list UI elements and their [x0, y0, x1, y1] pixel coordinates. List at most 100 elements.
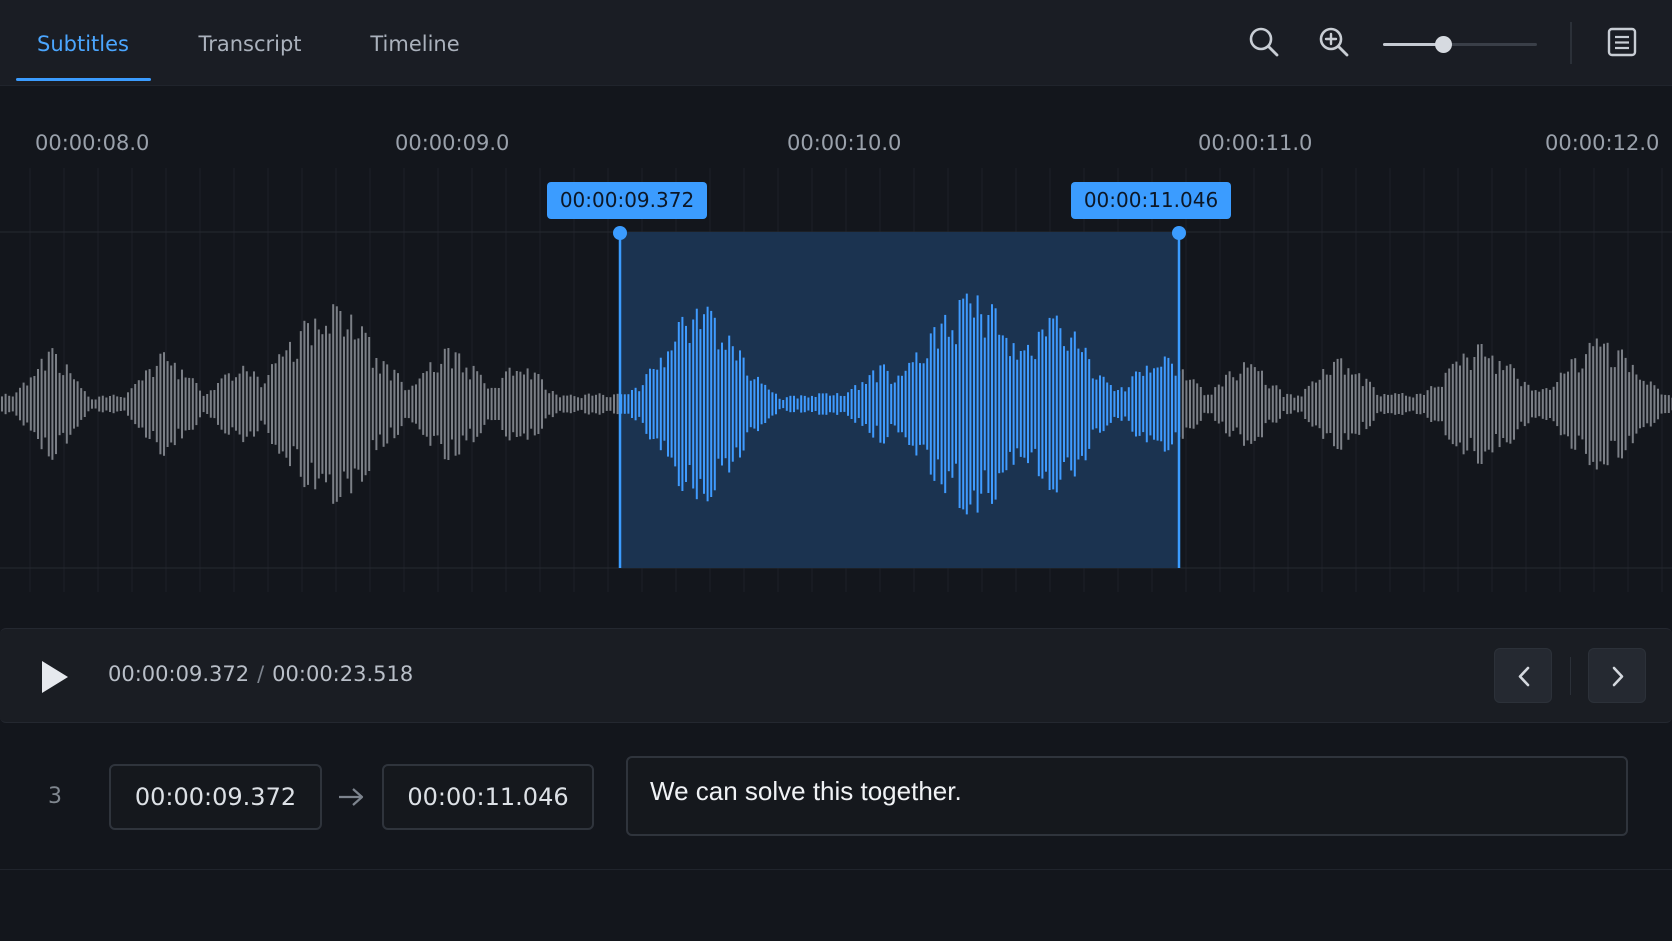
- waveform-bar: [991, 304, 993, 504]
- zoom-slider-thumb[interactable]: [1435, 36, 1453, 53]
- waveform-bar: [1059, 328, 1062, 480]
- selection-end-knob[interactable]: [1172, 226, 1186, 240]
- waveform-bar: [1199, 387, 1202, 421]
- zoom-in-icon[interactable]: [1316, 24, 1352, 60]
- waveform-bar: [937, 348, 939, 460]
- waveform-bar: [940, 323, 943, 485]
- waveform-bar: [623, 394, 626, 414]
- waveform-bar: [217, 383, 219, 425]
- waveform-bar: [1653, 385, 1656, 423]
- waveform-bar: [1264, 384, 1267, 424]
- waveform-bar: [1009, 356, 1011, 452]
- nav-divider: [1570, 657, 1571, 695]
- waveform-bar: [112, 394, 115, 414]
- waveform-bar: [919, 363, 921, 445]
- search-icon[interactable]: [1246, 24, 1282, 60]
- selection-start-label[interactable]: 00:00:09.372: [547, 182, 707, 219]
- waveform-bar: [695, 308, 698, 500]
- waveform-bar: [1451, 363, 1454, 445]
- selection-start-knob[interactable]: [613, 226, 627, 240]
- waveform-bar: [1639, 379, 1641, 429]
- waveform-bar: [65, 364, 68, 444]
- waveform-bar: [825, 393, 828, 415]
- waveform-bar: [1394, 393, 1397, 415]
- waveform-bar: [1102, 376, 1105, 432]
- waveform-bar: [800, 395, 803, 413]
- waveform-bar: [634, 387, 637, 421]
- waveform-bar: [425, 371, 428, 437]
- waveform-bar: [260, 387, 263, 421]
- waveform-bar: [573, 396, 576, 412]
- waveform-bar: [1073, 331, 1076, 477]
- active-tab-indicator: [16, 78, 151, 81]
- tab-timeline[interactable]: Timeline: [358, 0, 472, 84]
- waveform-bar: [901, 375, 903, 433]
- waveform-bar: [1570, 359, 1573, 449]
- waveform-bar: [1495, 373, 1497, 434]
- waveform-bar: [1365, 378, 1368, 430]
- waveform-bar: [659, 357, 662, 451]
- waveform-bar: [886, 370, 889, 438]
- waveform-bar: [94, 399, 97, 409]
- waveform-bar: [76, 381, 79, 427]
- waveform-bar: [1081, 352, 1083, 456]
- waveform-bar: [1322, 369, 1325, 439]
- waveform-bar: [166, 361, 169, 447]
- waveform-bar: [47, 351, 50, 457]
- tab-subtitles[interactable]: Subtitles: [22, 0, 144, 84]
- waveform-bar: [839, 395, 842, 413]
- waveform-bar: [411, 385, 414, 423]
- start-time-field[interactable]: 00:00:09.372: [109, 764, 322, 830]
- waveform-bar: [1545, 388, 1548, 420]
- waveform-bar: [854, 385, 857, 423]
- waveform-bar: [1174, 375, 1177, 433]
- waveform-bar: [429, 362, 432, 446]
- waveform-bar: [1459, 365, 1461, 443]
- waveform-bar: [256, 376, 259, 432]
- waveform-bar: [1369, 381, 1371, 427]
- waveform-bar: [868, 375, 871, 433]
- waveform-bar: [1502, 370, 1505, 438]
- waveform-bar: [1077, 348, 1080, 460]
- waveform-bar: [155, 365, 158, 443]
- waveform-bar: [461, 372, 464, 436]
- waveform-bar: [908, 362, 911, 445]
- toolbar-divider: [1570, 22, 1572, 64]
- next-subtitle-button[interactable]: [1588, 648, 1646, 703]
- zoom-slider[interactable]: [1380, 34, 1540, 54]
- tab-transcript[interactable]: Transcript: [190, 0, 310, 84]
- list-icon[interactable]: [1604, 24, 1640, 60]
- waveform-bar: [753, 379, 756, 429]
- end-time-field[interactable]: 00:00:11.046: [382, 764, 594, 830]
- waveform-bar: [454, 352, 457, 456]
- waveform-bar: [1012, 343, 1015, 465]
- waveform-canvas[interactable]: [0, 86, 1672, 626]
- waveform-bar: [865, 384, 867, 424]
- waveform-bar: [307, 323, 309, 485]
- waveform-bar: [375, 358, 378, 451]
- waveform-bar: [1509, 364, 1512, 444]
- previous-subtitle-button[interactable]: [1494, 648, 1552, 703]
- play-button[interactable]: [30, 657, 80, 697]
- subtitle-row[interactable]: 3 00:00:09.372 00:00:11.046 We can solve…: [0, 724, 1672, 870]
- top-bar: Subtitles Transcript Timeline: [0, 0, 1672, 86]
- waveform-bar: [386, 364, 389, 444]
- waveform-bar: [58, 372, 61, 436]
- waveform-timeline[interactable]: 00:00:08.0 00:00:09.0 00:00:10.0 00:00:1…: [0, 86, 1672, 626]
- waveform-bar: [497, 388, 500, 420]
- waveform-bar: [1203, 395, 1206, 413]
- waveform-bar: [40, 358, 43, 450]
- waveform-bar: [1239, 373, 1242, 435]
- waveform-bar: [263, 383, 266, 425]
- waveform-bar: [483, 383, 486, 425]
- waveform-bar: [1621, 349, 1623, 459]
- waveform-bar: [699, 329, 702, 479]
- waveform-bar: [1343, 374, 1346, 434]
- waveform-bar: [328, 333, 331, 475]
- waveform-bar: [472, 365, 475, 443]
- waveform-bar: [213, 390, 216, 419]
- selection-end-label[interactable]: 00:00:11.046: [1071, 182, 1231, 219]
- waveform-bar: [1577, 372, 1580, 436]
- subtitle-text-field[interactable]: We can solve this together.: [626, 756, 1628, 836]
- waveform-bar: [1466, 357, 1469, 451]
